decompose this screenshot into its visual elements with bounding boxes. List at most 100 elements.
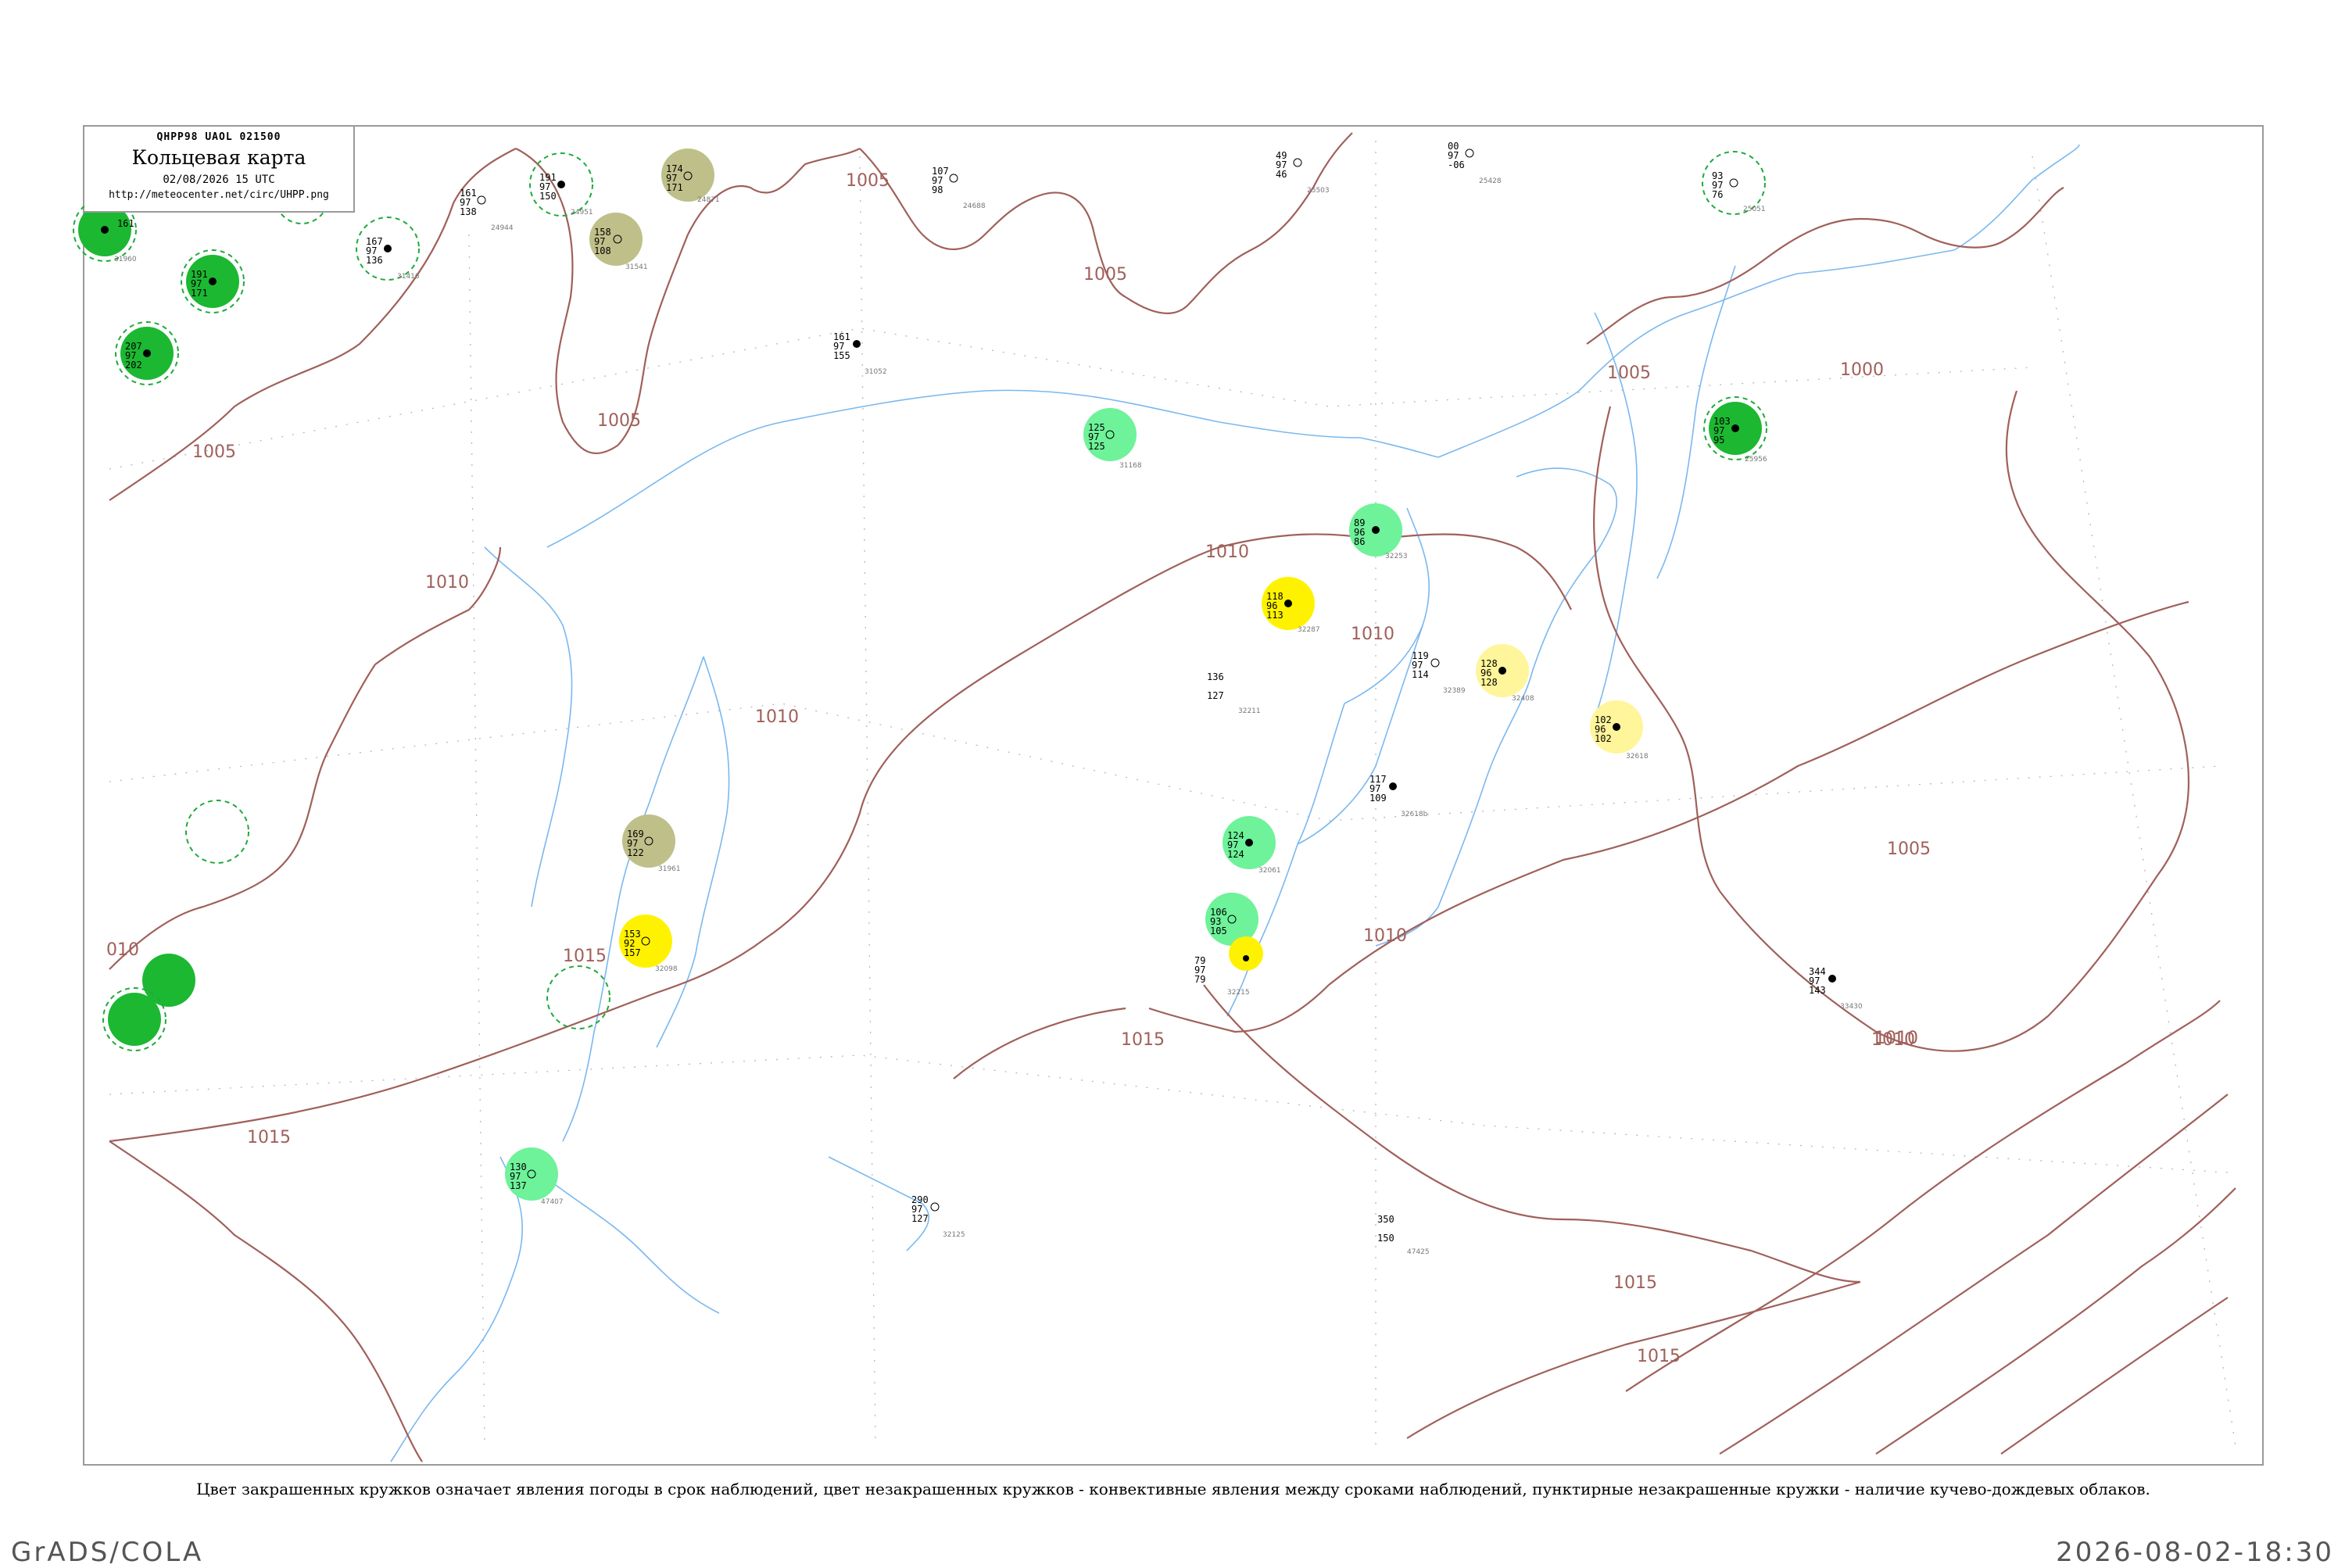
isobar-label: 1015	[1121, 1030, 1165, 1050]
isobar-label: 1000	[1840, 360, 1884, 380]
isobar-label: 1005	[1607, 363, 1651, 383]
station-dew: 150	[1377, 1233, 1394, 1244]
station-id: 32618	[1626, 753, 1649, 761]
station-id: 31541	[625, 263, 648, 271]
station-dew: 124	[1227, 849, 1244, 860]
station-plot[interactable]: 161 97 138 24944	[460, 188, 514, 232]
station-dew: 143	[1809, 985, 1826, 996]
isobar-label: 1015	[563, 947, 607, 966]
station-id: 25503	[1307, 187, 1330, 195]
isobar-label: 1005	[192, 442, 236, 462]
station-id: 24688	[963, 202, 986, 210]
station-dew: 128	[1480, 677, 1498, 688]
station-plot[interactable]: 117 97 109 32618b	[1369, 774, 1428, 818]
station-id: 32408	[1512, 695, 1534, 703]
station-dew: 109	[1369, 793, 1387, 804]
station-dew: 157	[624, 947, 641, 958]
isobar-label: 1010	[1351, 625, 1394, 644]
isobar-label: 1015	[1613, 1273, 1657, 1293]
footer-timestamp: 2026-08-02-18:30	[2056, 1537, 2334, 1568]
isobar-label: 1005	[1887, 839, 1931, 859]
station-id: 31961	[658, 865, 681, 873]
station-circle-rain[interactable]	[1229, 936, 1263, 971]
station-plot[interactable]: 93 97 76 25051	[1712, 170, 1766, 213]
weather-circles	[73, 149, 1767, 1201]
station-dew: 137	[510, 1180, 527, 1191]
station-pressure: 136	[1207, 671, 1224, 682]
station-dew: -06	[1448, 159, 1465, 170]
cb-ring	[185, 800, 249, 864]
station-dew: 171	[191, 288, 208, 299]
station-id: 32061	[1258, 867, 1281, 875]
station-dew: 79	[1194, 974, 1205, 985]
station-dew: 102	[1595, 733, 1612, 744]
station-plot[interactable]: 290 97 127 32125	[911, 1194, 965, 1239]
map-title: Кольцевая карта	[131, 146, 306, 169]
station-plot[interactable]: 350 150 47425	[1377, 1214, 1430, 1256]
cb-ring	[546, 965, 610, 1029]
station-plot[interactable]: 161 97 155 31052	[833, 331, 887, 376]
station-plot[interactable]: 136 127 32211	[1207, 671, 1261, 715]
station-plot[interactable]: 107 97 98 24688	[932, 166, 986, 210]
station-dew: 114	[1412, 669, 1429, 680]
station-id: 32389	[1443, 687, 1466, 695]
station-id: 24944	[491, 224, 514, 232]
map-header: QHPP98 UAOL 021500 Кольцевая карта 02/08…	[84, 127, 355, 213]
map-datetime: 02/08/2026 15 UTC	[163, 174, 275, 186]
isobar-label: 1015	[1637, 1347, 1681, 1366]
station-id: 32098	[655, 965, 678, 973]
station-dew: 202	[125, 360, 142, 371]
station-id: 32287	[1298, 626, 1320, 634]
footer-credit: GrADS/COLA	[11, 1537, 204, 1568]
station-id: 47425	[1407, 1248, 1430, 1256]
station-dew: 125	[1088, 441, 1105, 452]
station-dew: 86	[1354, 536, 1365, 547]
station-dew: 98	[932, 184, 943, 195]
station-dew: 136	[366, 255, 383, 266]
station-plot[interactable]: 191 97 150 24951	[539, 172, 593, 217]
station-dew: 155	[833, 350, 850, 361]
station-plot[interactable]: 00 97 -06 25428	[1448, 141, 1502, 185]
station-dew: 95	[1713, 435, 1724, 446]
isobar-label: 1005	[1083, 265, 1127, 285]
station-id: 32125	[943, 1231, 965, 1239]
weather-map: 1005 1005 1005 1005 1005 1000 1010 1010 …	[73, 132, 2236, 1462]
source-url[interactable]: http://meteocenter.net/circ/UHPP.png	[84, 189, 353, 201]
station-plot[interactable]: 167 97 136 31416	[366, 236, 420, 281]
station-id: 32253	[1385, 553, 1408, 560]
station-dew: 127	[1207, 690, 1224, 701]
station-id: 31168	[1119, 462, 1142, 470]
station-id: 32618b	[1401, 811, 1428, 818]
station-plot[interactable]: 119 97 114 32389	[1412, 650, 1466, 695]
station-id: 32215	[1227, 989, 1250, 997]
isobar-label: 1015	[247, 1128, 291, 1147]
station-circle-thunderstorm[interactable]	[108, 993, 161, 1046]
isobar-label: 010	[106, 940, 139, 960]
station-dew: 105	[1210, 925, 1227, 936]
station-dew: 150	[539, 191, 557, 202]
station-id: 24951	[571, 209, 593, 217]
station-pressure: 161	[117, 218, 134, 229]
station-plots: 174 97 171 24871 125 97 125 31168 118 96…	[101, 141, 1863, 1256]
station-id: 31416	[397, 273, 420, 281]
station-id: 31052	[865, 368, 887, 376]
isobar-label: 1010	[1363, 926, 1407, 946]
station-pressure: 350	[1377, 1214, 1394, 1225]
station-dew: 46	[1276, 169, 1287, 180]
station-dew: 138	[460, 206, 477, 217]
bulletin-code: QHPP98 UAOL 021500	[156, 131, 281, 143]
station-id: 25051	[1743, 206, 1766, 213]
legend-note: Цвет закрашенных кружков означает явлени…	[196, 1480, 2150, 1498]
isobar-label: 1010	[1205, 542, 1249, 562]
isobar-label: 1010	[425, 573, 469, 592]
station-dew: 122	[627, 847, 644, 858]
coastlines	[390, 144, 2080, 1462]
station-id: 32211	[1238, 707, 1261, 715]
station-id: 24871	[697, 196, 720, 204]
station-dew: 127	[911, 1213, 929, 1224]
station-id: 33430	[1840, 1003, 1863, 1011]
isobars	[109, 132, 2236, 1462]
station-dew: 113	[1266, 610, 1283, 621]
station-id: 25956	[1745, 456, 1767, 464]
station-dew: 76	[1712, 189, 1723, 200]
